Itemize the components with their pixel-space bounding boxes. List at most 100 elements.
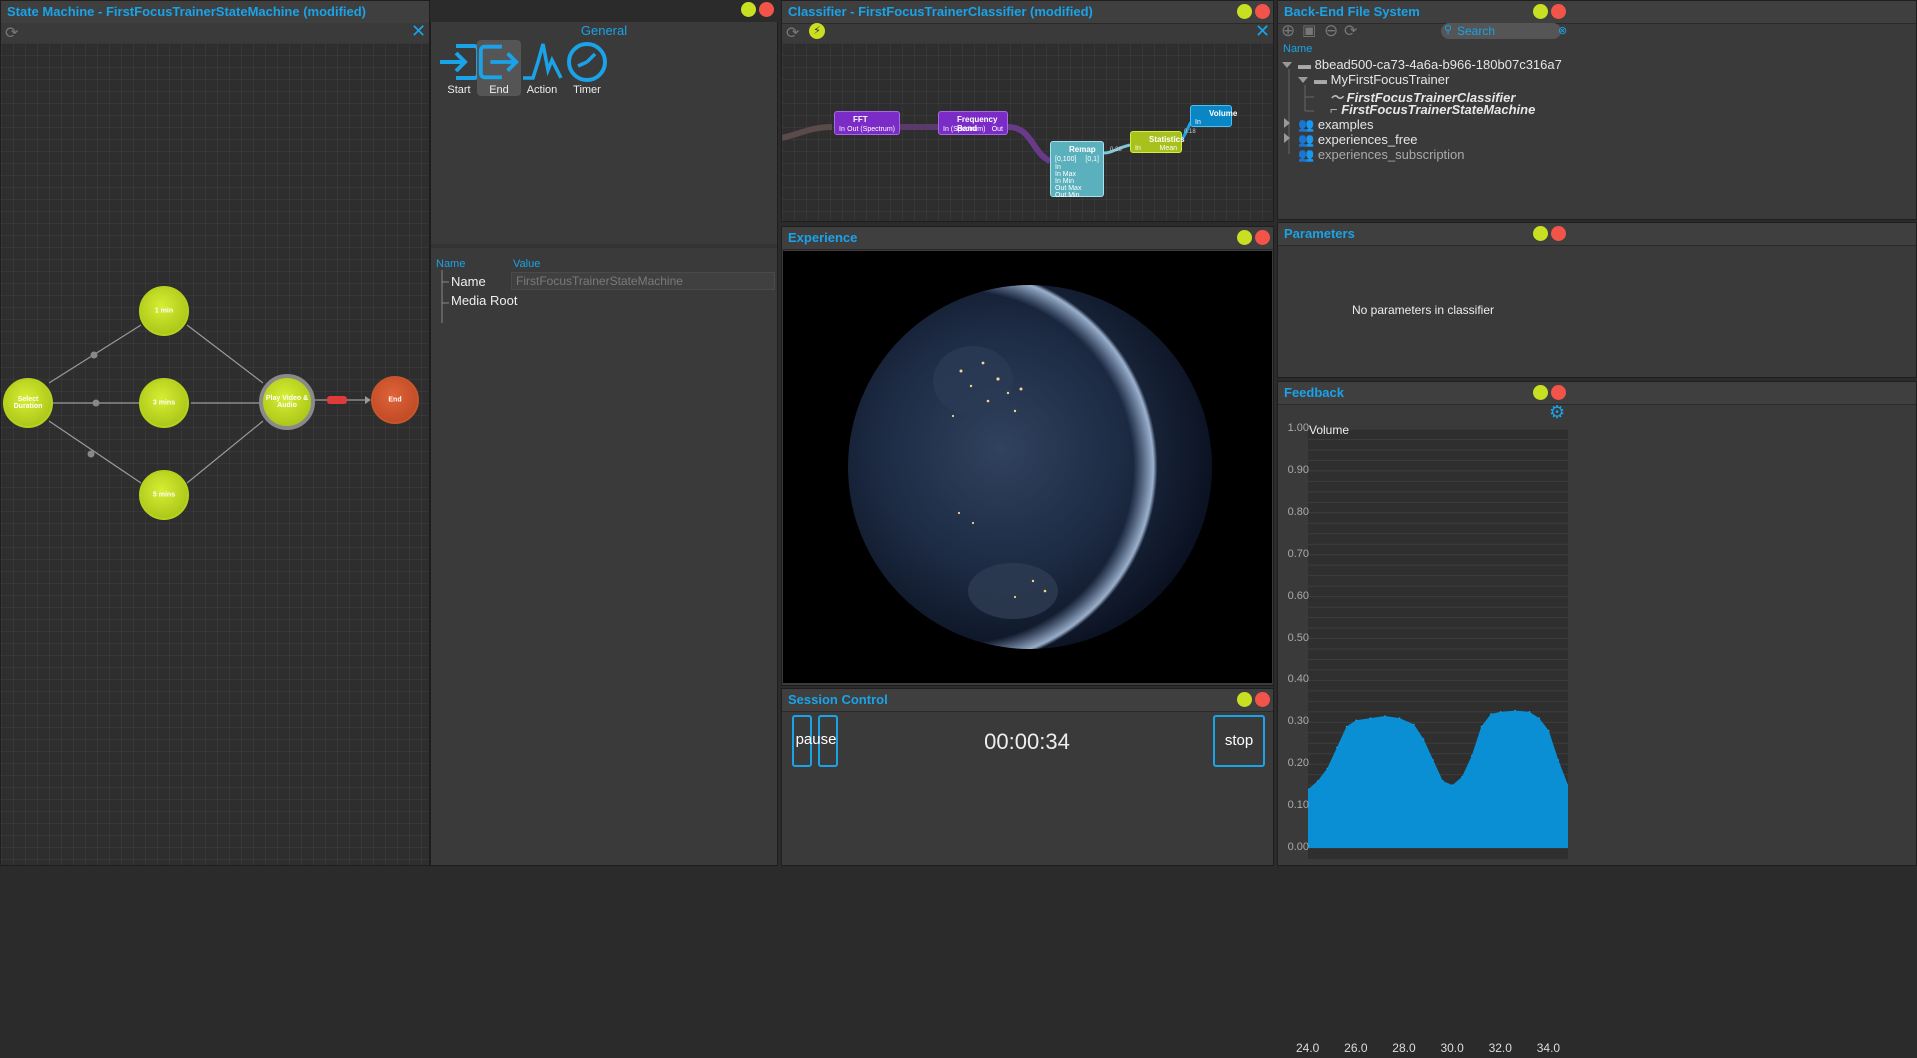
fs-root-label: 8bead500-ca73-4a6a-b966-180b07c316a7 [1314,57,1562,72]
wrench-icon[interactable]: ✕ [1255,21,1270,42]
node-3-mins[interactable]: 3 mins [139,378,189,428]
refresh-icon[interactable]: ⟳ [1344,21,1357,41]
minimize-icon[interactable] [1533,226,1548,241]
state-machine-canvas[interactable]: Select Duration 1 min 3 mins 5 mins Play… [1,43,429,865]
parameters-title: Parameters [1284,226,1355,241]
chart-point [1557,759,1560,761]
props-header-name: Name [436,258,466,270]
pause-button[interactable]: pause [792,715,840,767]
fs-statemachine-label: FirstFocusTrainerStateMachine [1341,102,1536,117]
prop-name-value[interactable]: FirstFocusTrainerStateMachine [511,272,775,290]
session-control-titlebar: Session Control [782,689,1273,712]
fs-group-examples-label: examples [1317,117,1374,132]
experience-title: Experience [788,230,858,245]
minimize-icon[interactable] [1533,385,1548,400]
fs-project-label: MyFirstFocusTrainer [1330,72,1450,87]
fs-root-folder[interactable]: ▬ 8bead500-ca73-4a6a-b966-180b07c316a7 [1298,57,1562,72]
refresh-icon[interactable]: ⟳ [5,23,18,43]
filesystem-titlebar: Back-End File System [1278,1,1916,24]
chart-y-tick-label: 0.20 [1287,757,1309,770]
fs-group-subscription-label: experiences_subscription [1317,147,1465,162]
minimize-icon[interactable] [1237,230,1252,245]
add-icon[interactable]: ⊕ [1281,21,1295,41]
search-input[interactable]: ⚲ Search [1441,23,1561,39]
gear-icon[interactable]: ⚙ [1549,402,1565,423]
minimize-icon[interactable] [1533,4,1548,19]
experience-viewport[interactable] [783,251,1272,683]
node-end[interactable]: End [371,376,419,424]
experience-titlebar: Experience [782,227,1273,250]
close-icon[interactable] [1255,692,1270,707]
fs-group-experiences-free[interactable]: 👥 experiences_free [1298,132,1418,148]
chart-y-tick-label: 0.30 [1287,715,1309,728]
remap-port-in-max: In Max [1055,171,1077,178]
stop-label: stop [1224,732,1254,749]
parameters-titlebar: Parameters [1278,223,1916,246]
remap-port-in: In [1055,164,1061,171]
group-icon: 👥 [1298,132,1315,147]
close-icon[interactable] [759,2,774,17]
node-select-duration[interactable]: Select Duration [3,378,53,428]
stop-button[interactable]: stop [1213,715,1265,767]
prop-media-root-value[interactable] [511,291,775,309]
chart-y-tick-label: 0.70 [1287,547,1309,560]
classifier-node-frequency-band[interactable]: Frequency Band In (Spectrum) Out [938,111,1008,135]
close-icon[interactable] [1255,4,1270,19]
new-folder-icon[interactable]: ▣ [1302,21,1316,39]
close-icon[interactable] [1551,385,1566,400]
lightning-icon[interactable]: ⚡ [809,23,825,39]
statistics-node-title: Statistics [1149,135,1185,144]
tool-end[interactable]: End [477,40,521,96]
tool-action-label: Action [526,84,558,96]
classifier-node-remap[interactable]: Remap [0,100] [0,1] In In Max In Min Out… [1050,141,1104,199]
props-header-value: Value [513,258,541,270]
remap-output-value: 0.28 [1110,147,1122,153]
session-control-panel: Session Control pause 00:00:34 stop [781,688,1274,866]
node-play-video-audio[interactable]: Play Video & Audio [259,374,315,430]
classifier-canvas[interactable]: FFT In Out (Spectrum) Frequency Band In … [782,43,1273,221]
state-machine-title: State Machine - FirstFocusTrainerStateMa… [7,4,367,19]
minimize-icon[interactable] [741,2,756,17]
end-icon [478,44,519,80]
chart-x-tick-label: 26.0 [1344,1041,1368,1055]
chart-point [1490,713,1492,715]
fs-group-examples[interactable]: 👥 examples [1298,117,1373,133]
close-icon[interactable] [1255,230,1270,245]
session-control-title: Session Control [788,692,888,707]
node-play-video-audio-label: Play Video & Audio [265,395,309,409]
wrench-icon[interactable]: ✕ [411,21,426,42]
minimize-icon[interactable] [1237,692,1252,707]
refresh-icon[interactable]: ⟳ [786,23,799,43]
state-machine-titlebar: State Machine - FirstFocusTrainerStateMa… [1,1,429,24]
close-icon[interactable] [1551,4,1566,19]
classifier-node-statistics[interactable]: Statistics In Mean [1130,131,1185,153]
node-1-min[interactable]: 1 min [139,286,189,336]
chart-point [1514,709,1516,712]
node-5-mins[interactable]: 5 mins [139,470,189,520]
prop-name-label: Name [451,274,486,289]
node-3-mins-label: 3 mins [152,399,176,407]
feedback-titlebar: Feedback [1278,382,1916,405]
chart-point [1384,715,1386,717]
fs-group-experiences-subscription[interactable]: 👥 experiences_subscription [1298,147,1465,163]
clear-search-icon[interactable]: ⊗ [1558,24,1567,37]
remap-port-out-max: Out Max [1055,185,1082,192]
remove-icon[interactable]: ⊖ [1324,21,1338,41]
feedback-title: Feedback [1284,385,1344,400]
close-icon[interactable] [1551,226,1566,241]
search-placeholder: Search [1457,24,1496,38]
classifier-title: Classifier - FirstFocusTrainerClassifier… [788,4,1093,19]
fs-group-free-label: experiences_free [1317,132,1418,147]
classifier-node-volume[interactable]: Volume In [1190,105,1237,127]
tool-timer[interactable]: Timer [561,40,613,102]
state-machine-toolbar: ⟳ ✕ [1,21,429,43]
classifier-node-fft[interactable]: FFT In Out (Spectrum) [834,111,900,135]
chart-point [1451,784,1454,786]
earth-image [848,285,1212,649]
experience-panel: Experience [781,226,1274,686]
general-title: General [580,23,628,38]
fs-project-folder[interactable]: ▬ MyFirstFocusTrainer [1314,72,1449,87]
fs-statemachine-file[interactable]: ⌐ FirstFocusTrainerStateMachine [1330,102,1535,117]
minimize-icon[interactable] [1237,4,1252,19]
chart-point [1422,738,1425,740]
